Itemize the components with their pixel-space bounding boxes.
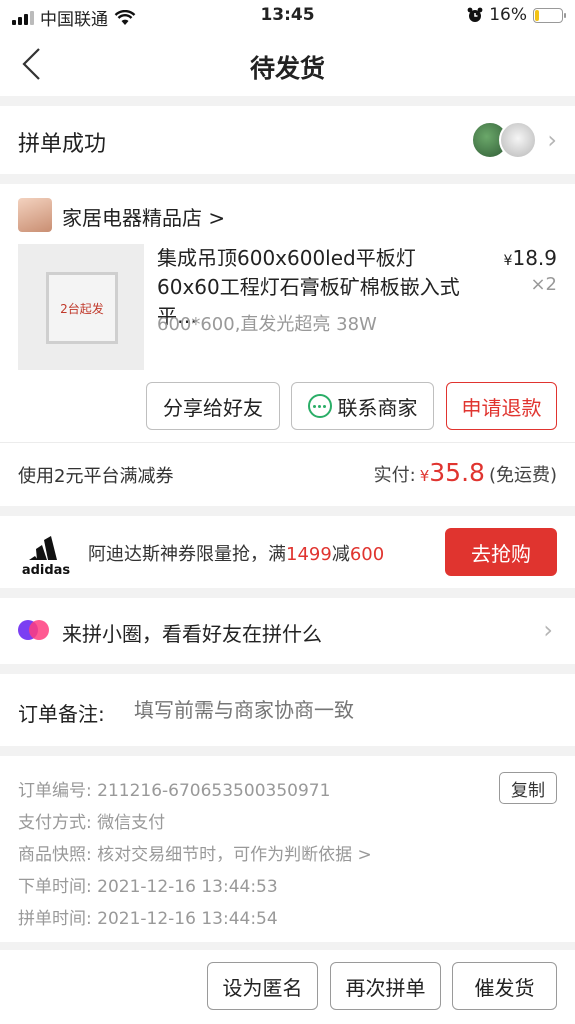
grab-deal-button[interactable]: 去抢购 — [445, 528, 557, 576]
svg-text:adidas: adidas — [22, 563, 71, 578]
order-card: 家居电器精品店 > 2台起发 集成吊顶600x600led平板灯60x60工程灯… — [0, 184, 575, 506]
wechat-chat-icon — [307, 394, 332, 418]
friends-circle-row[interactable]: 来拼小圈，看看好友在拼什么 › — [0, 598, 575, 664]
group-buy-status-label: 拼单成功 — [18, 132, 107, 157]
group-members — [471, 121, 537, 159]
product-spec: 600*600,直发光超亮 38W — [157, 314, 377, 335]
order-remark-input[interactable] — [134, 698, 554, 722]
battery-icon — [533, 7, 566, 23]
battery-percent: 16% — [489, 5, 527, 25]
order-number: 订单编号: 211216-670653500350971 — [18, 781, 331, 801]
order-remark-row: 订单备注: — [0, 674, 575, 746]
nav-bar: 待发货 — [0, 32, 575, 96]
bottom-action-bar: 设为匿名 再次拼单 催发货 — [0, 950, 575, 1024]
group-buy-time: 拼单时间: 2021-12-16 13:44:54 — [18, 909, 278, 929]
contact-seller-button[interactable]: 联系商家 — [291, 382, 434, 430]
status-bar: 中国联通 13:45 16% — [0, 0, 575, 32]
product-snapshot-link[interactable]: 商品快照: 核对交易细节时，可作为判断依据 > — [18, 840, 372, 865]
urge-shipping-button[interactable]: 催发货 — [452, 962, 557, 1010]
paid-amount: 实付: ¥ 35.8 (免运费) — [373, 458, 557, 487]
friends-circle-label: 来拼小圈，看看好友在拼什么 — [62, 622, 322, 646]
chevron-right-icon: › — [543, 616, 553, 644]
set-anonymous-button[interactable]: 设为匿名 — [207, 962, 318, 1010]
buy-again-button[interactable]: 再次拼单 — [330, 962, 441, 1010]
adidas-logo: adidas — [18, 524, 74, 580]
request-refund-button[interactable]: 申请退款 — [446, 382, 557, 430]
order-time: 下单时间: 2021-12-16 13:44:53 — [18, 877, 278, 897]
product-image[interactable]: 2台起发 — [18, 244, 144, 370]
product-image-label: 2台起发 — [46, 272, 118, 344]
shop-avatar[interactable] — [18, 198, 52, 232]
shop-name-link[interactable]: 家居电器精品店 > — [62, 202, 225, 231]
order-remark-label: 订单备注: — [18, 702, 105, 726]
member-avatar — [499, 121, 537, 159]
product-quantity: ×2 — [530, 274, 557, 295]
promo-text: 阿迪达斯神券限量抢，满1499减600 — [88, 544, 385, 565]
order-info-section: 订单编号: 211216-670653500350971 复制 支付方式: 微信… — [0, 756, 575, 942]
promo-banner[interactable]: adidas 阿迪达斯神券限量抢，满1499减600 去抢购 — [0, 516, 575, 588]
alarm-icon — [467, 7, 483, 22]
page-title: 待发货 — [249, 54, 325, 83]
copy-order-number-button[interactable]: 复制 — [499, 772, 557, 804]
product-price: ¥18.9 — [503, 246, 557, 270]
payment-method: 支付方式: 微信支付 — [18, 813, 166, 833]
circle-icon — [18, 620, 50, 642]
share-to-friend-button[interactable]: 分享给好友 — [146, 382, 280, 430]
coupon-info: 使用2元平台满减券 — [18, 466, 174, 487]
group-buy-status-row[interactable]: 拼单成功 › — [0, 106, 575, 174]
chevron-right-icon: › — [547, 126, 557, 154]
divider — [0, 442, 575, 443]
